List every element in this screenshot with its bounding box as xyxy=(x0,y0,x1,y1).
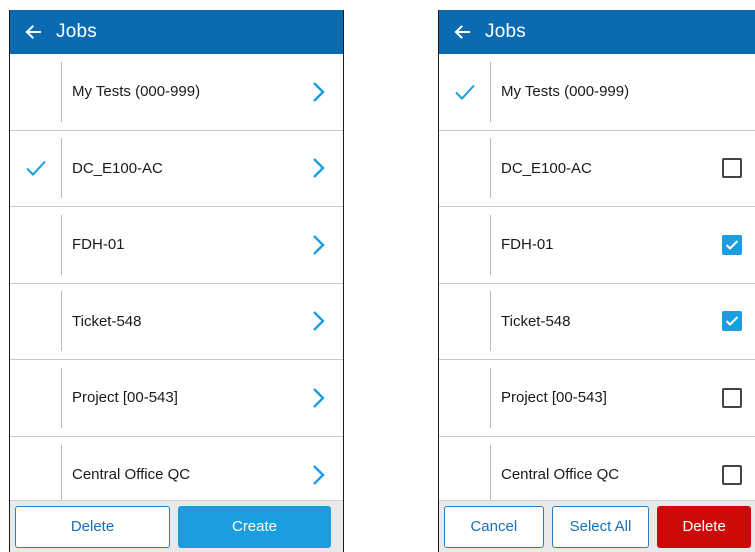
checkbox-placeholder xyxy=(708,54,755,130)
job-row[interactable]: My Tests (000-999) xyxy=(439,54,755,131)
select-all-button[interactable]: Select All xyxy=(551,505,650,548)
job-row[interactable]: Project [00-543] xyxy=(439,360,755,437)
checkmark-icon xyxy=(454,84,475,100)
selection-indicator xyxy=(439,54,490,130)
jobs-screen-browse: Jobs My Tests (000-999) DC_E100-AC FDH-0… xyxy=(9,10,344,552)
job-label: Ticket-548 xyxy=(501,312,571,330)
checkbox-checked[interactable] xyxy=(722,311,742,332)
arrow-left-icon[interactable] xyxy=(10,10,56,54)
job-label: My Tests (000-999) xyxy=(501,83,630,101)
selection-indicator xyxy=(10,284,61,360)
arrow-left-icon[interactable] xyxy=(439,10,485,54)
job-row[interactable]: FDH-01 xyxy=(10,207,343,284)
checkbox-unchecked[interactable] xyxy=(722,387,742,408)
checkbox-wrapper xyxy=(708,360,755,436)
selection-indicator xyxy=(10,207,61,283)
job-row[interactable]: DC_E100-AC xyxy=(10,131,343,207)
chevron-right-icon[interactable] xyxy=(295,284,343,360)
footer-toolbar: Cancel Select All Delete xyxy=(439,500,755,552)
checkbox-wrapper xyxy=(708,131,755,207)
selection-indicator xyxy=(10,54,61,130)
job-row[interactable]: Ticket-548 xyxy=(439,284,755,360)
checkbox-wrapper xyxy=(708,284,755,360)
selection-indicator xyxy=(439,284,490,360)
chevron-right-icon[interactable] xyxy=(295,207,343,283)
page-title: Jobs xyxy=(485,21,526,42)
delete-button[interactable]: Delete xyxy=(15,505,170,548)
chevron-right-icon[interactable] xyxy=(295,131,343,207)
chevron-right-icon[interactable] xyxy=(295,54,343,130)
job-label: Project [00-543] xyxy=(72,389,178,407)
checkbox-unchecked[interactable] xyxy=(722,464,742,485)
job-label: FDH-01 xyxy=(72,236,125,254)
selection-indicator xyxy=(439,131,490,207)
job-label: Central Office QC xyxy=(72,466,191,484)
selection-indicator xyxy=(439,207,490,283)
app-header: Jobs xyxy=(439,10,755,54)
delete-button[interactable]: Delete xyxy=(657,505,751,548)
job-row[interactable]: FDH-01 xyxy=(439,207,755,284)
cancel-button[interactable]: Cancel xyxy=(444,505,544,548)
job-row[interactable]: My Tests (000-999) xyxy=(10,54,343,131)
chevron-right-icon[interactable] xyxy=(295,360,343,436)
footer-toolbar: Delete Create xyxy=(10,500,343,552)
jobs-screen-select: Jobs My Tests (000-999) DC_E100-AC FDH-0… xyxy=(438,10,755,552)
jobs-list: My Tests (000-999) DC_E100-AC FDH-01 Tic… xyxy=(439,54,755,513)
job-row[interactable]: DC_E100-AC xyxy=(439,131,755,207)
jobs-list: My Tests (000-999) DC_E100-AC FDH-01 Tic… xyxy=(10,54,343,513)
job-row[interactable]: Ticket-548 xyxy=(10,284,343,360)
checkmark-icon xyxy=(725,316,739,327)
checkmark-icon xyxy=(25,161,46,177)
create-button[interactable]: Create xyxy=(178,505,331,548)
job-label: Project [00-543] xyxy=(501,389,607,407)
selection-indicator xyxy=(10,360,61,436)
job-label: DC_E100-AC xyxy=(72,159,163,177)
job-label: My Tests (000-999) xyxy=(72,83,201,101)
job-label: Ticket-548 xyxy=(72,312,142,330)
job-label: Central Office QC xyxy=(501,466,620,484)
selection-indicator xyxy=(10,131,61,207)
page-title: Jobs xyxy=(56,21,97,42)
checkmark-icon xyxy=(725,240,739,250)
job-row[interactable]: Project [00-543] xyxy=(10,360,343,437)
app-header: Jobs xyxy=(10,10,343,54)
selection-indicator xyxy=(439,360,490,436)
checkbox-checked[interactable] xyxy=(722,234,742,255)
job-label: FDH-01 xyxy=(501,236,554,254)
checkbox-wrapper xyxy=(708,207,755,283)
checkbox-unchecked[interactable] xyxy=(722,158,742,179)
job-label: DC_E100-AC xyxy=(501,159,592,177)
